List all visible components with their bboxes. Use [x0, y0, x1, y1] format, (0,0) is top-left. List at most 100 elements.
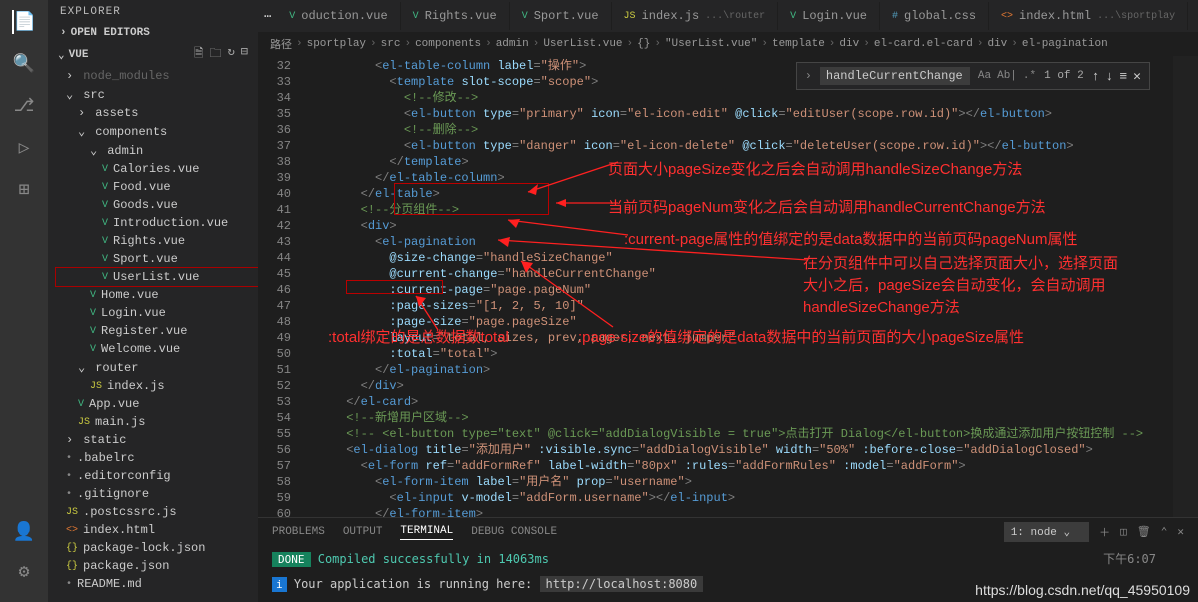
explorer-title: EXPLORER: [48, 0, 258, 24]
breadcrumb-item[interactable]: admin: [496, 38, 529, 50]
tree-item[interactable]: V Rights.vue: [56, 232, 258, 250]
new-terminal-icon[interactable]: ＋: [1099, 524, 1110, 540]
tree-item[interactable]: › node_modules: [56, 67, 258, 85]
tabs-overflow-icon[interactable]: ⋯: [258, 9, 277, 24]
gear-icon[interactable]: ⚙: [12, 560, 36, 584]
editor-tabs: ⋯ V oduction.vueV Rights.vueV Sport.vueJ…: [258, 0, 1198, 32]
tree-item[interactable]: › static: [56, 431, 258, 449]
tree-item[interactable]: {} package.json: [56, 557, 258, 575]
done-badge: DONE: [272, 552, 311, 567]
breadcrumb-item[interactable]: 路径: [270, 36, 292, 52]
find-close-icon[interactable]: ✕: [1133, 69, 1141, 84]
regex-icon[interactable]: .*: [1023, 70, 1036, 82]
sidebar-actions: 🗎 🗀 ↻ ⊟: [194, 44, 248, 65]
tree-item[interactable]: JS index.js: [56, 377, 258, 395]
find-next-icon[interactable]: ↓: [1106, 69, 1114, 84]
editor-tab[interactable]: JS index.js ...\router: [612, 2, 779, 30]
find-widget: › Aa Ab| .* 1 of 2 ↑ ↓ ≡ ✕: [796, 62, 1150, 90]
match-case-icon[interactable]: Aa: [978, 70, 991, 82]
tree-item[interactable]: V Sport.vue: [56, 250, 258, 268]
split-terminal-icon[interactable]: ◫: [1120, 525, 1127, 539]
breadcrumb-item[interactable]: div: [839, 38, 859, 50]
editor-tab[interactable]: V oduction.vue: [277, 2, 400, 30]
tree-item[interactable]: ⌄ src: [56, 85, 258, 104]
watermark: https://blog.csdn.net/qq_45950109: [975, 582, 1190, 598]
tree-item[interactable]: V Goods.vue: [56, 196, 258, 214]
find-selection-icon[interactable]: ≡: [1119, 69, 1127, 84]
tree-item[interactable]: • README.md: [56, 575, 258, 593]
sidebar: EXPLORER › OPEN EDITORS ⌄ VUE 🗎 🗀 ↻ ⊟ › …: [48, 0, 258, 602]
tree-item[interactable]: V App.vue: [56, 395, 258, 413]
root-folder[interactable]: ⌄ VUE: [58, 48, 88, 62]
panel-tab[interactable]: DEBUG CONSOLE: [471, 526, 557, 538]
collapse-icon[interactable]: ⊟: [241, 44, 248, 65]
refresh-icon[interactable]: ↻: [228, 44, 235, 65]
tree-item[interactable]: JS .postcssrc.js: [56, 503, 258, 521]
info-badge: i: [272, 577, 287, 592]
panel-tab[interactable]: OUTPUT: [343, 526, 383, 538]
minimap[interactable]: [1173, 56, 1198, 517]
tree-item[interactable]: › assets: [56, 104, 258, 122]
open-editors-section[interactable]: › OPEN EDITORS: [48, 24, 258, 42]
tree-item[interactable]: V Register.vue: [56, 322, 258, 340]
breadcrumb[interactable]: 路径›sportplay›src›components›admin›UserLi…: [258, 32, 1198, 56]
breadcrumb-item[interactable]: div: [987, 38, 1007, 50]
tree-item[interactable]: ⌄ admin: [56, 141, 258, 160]
breadcrumb-item[interactable]: {}: [637, 38, 650, 50]
debug-icon[interactable]: ▷: [12, 136, 36, 160]
explorer-icon[interactable]: 📄: [12, 10, 36, 34]
close-panel-icon[interactable]: ✕: [1177, 525, 1184, 539]
new-folder-icon[interactable]: 🗀: [210, 44, 222, 65]
breadcrumb-item[interactable]: UserList.vue: [543, 38, 622, 50]
panel-tabs: PROBLEMS OUTPUT TERMINAL DEBUG CONSOLE 1: n…: [258, 518, 1198, 546]
tree-item[interactable]: {} package-lock.json: [56, 539, 258, 557]
search-icon[interactable]: 🔍: [12, 52, 36, 76]
breadcrumb-item[interactable]: el-card.el-card: [874, 38, 973, 50]
tree-item[interactable]: V Welcome.vue: [56, 340, 258, 358]
new-file-icon[interactable]: 🗎: [194, 44, 204, 65]
file-tree[interactable]: › node_modules⌄ src› assets⌄ components⌄…: [48, 67, 258, 602]
tree-item[interactable]: V Calories.vue: [56, 160, 258, 178]
editor-tab[interactable]: V Login.vue: [778, 2, 880, 30]
activity-bar: 📄 🔍 ⎇ ▷ ⊞ 👤 ⚙: [0, 0, 48, 602]
tree-item[interactable]: ⌄ components: [56, 122, 258, 141]
tree-item[interactable]: V Home.vue: [56, 286, 258, 304]
editor-area: ⋯ V oduction.vueV Rights.vueV Sport.vueJ…: [258, 0, 1198, 602]
account-icon[interactable]: 👤: [12, 520, 36, 544]
tree-item[interactable]: V Introduction.vue: [56, 214, 258, 232]
match-word-icon[interactable]: Ab|: [997, 70, 1017, 82]
breadcrumb-item[interactable]: sportplay: [307, 38, 366, 50]
breadcrumb-item[interactable]: src: [381, 38, 401, 50]
editor-tab[interactable]: JS index.js ...\config: [1188, 2, 1198, 30]
tree-item[interactable]: V Login.vue: [56, 304, 258, 322]
tree-item[interactable]: ⌄ router: [56, 358, 258, 377]
editor-tab[interactable]: <> index.html ...\sportplay: [989, 2, 1188, 30]
breadcrumb-item[interactable]: template: [772, 38, 825, 50]
find-count: 1 of 2: [1044, 70, 1084, 82]
tree-item[interactable]: <> index.html: [56, 521, 258, 539]
kill-terminal-icon[interactable]: 🗑: [1137, 525, 1151, 539]
tree-item[interactable]: • .editorconfig: [56, 467, 258, 485]
tree-item[interactable]: V UserList.vue: [56, 268, 258, 286]
breadcrumb-item[interactable]: el-pagination: [1022, 38, 1108, 50]
terminal-select[interactable]: 1: node ⌄: [1004, 522, 1089, 542]
find-input[interactable]: [820, 67, 970, 85]
tree-item[interactable]: JS main.js: [56, 413, 258, 431]
panel-tab[interactable]: PROBLEMS: [272, 526, 325, 538]
breadcrumb-item[interactable]: components: [415, 38, 481, 50]
chevron-right-icon[interactable]: ›: [805, 69, 812, 83]
code-editor[interactable]: <el-table-column label="操作"> <template s…: [303, 56, 1173, 517]
source-control-icon[interactable]: ⎇: [12, 94, 36, 118]
panel-tab[interactable]: TERMINAL: [400, 525, 453, 540]
editor-tab[interactable]: V Sport.vue: [510, 2, 612, 30]
line-gutter: 3233343536373839404142434445464748495051…: [258, 56, 303, 517]
editor-tab[interactable]: # global.css: [880, 2, 989, 30]
find-prev-icon[interactable]: ↑: [1092, 69, 1100, 84]
breadcrumb-item[interactable]: "UserList.vue": [665, 38, 757, 50]
tree-item[interactable]: V Food.vue: [56, 178, 258, 196]
tree-item[interactable]: • .gitignore: [56, 485, 258, 503]
extensions-icon[interactable]: ⊞: [12, 178, 36, 202]
maximize-panel-icon[interactable]: ⌃: [1161, 525, 1168, 539]
editor-tab[interactable]: V Rights.vue: [401, 2, 510, 30]
tree-item[interactable]: • .babelrc: [56, 449, 258, 467]
